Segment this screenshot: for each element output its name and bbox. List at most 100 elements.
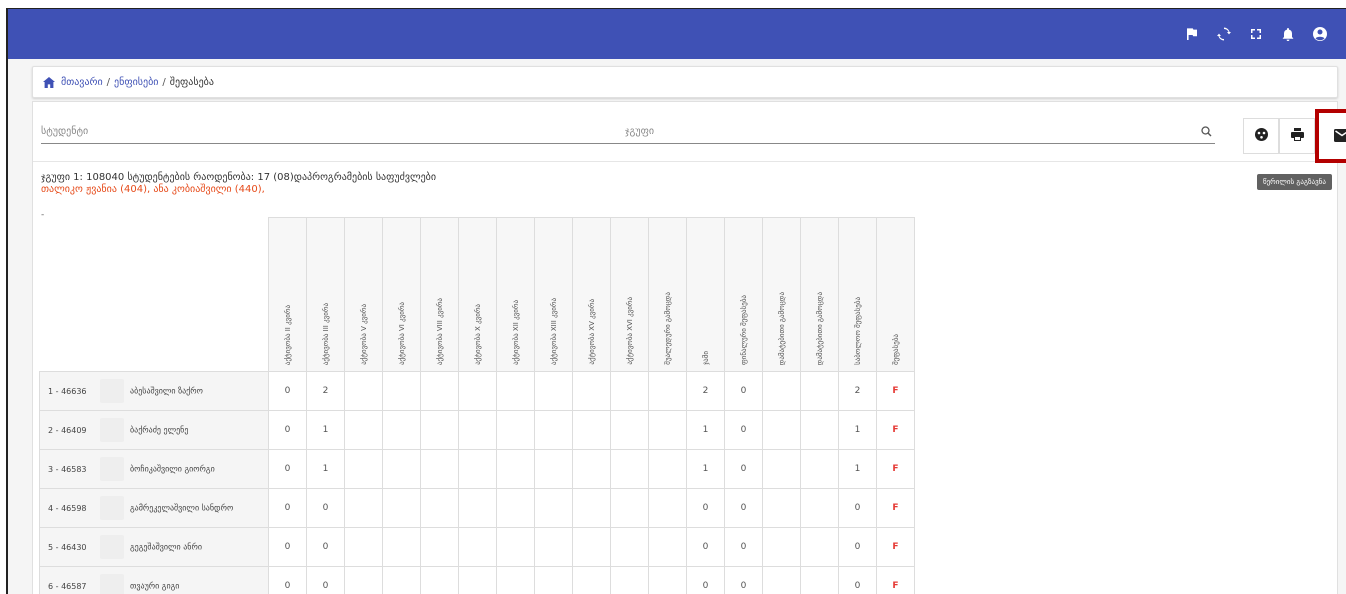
grade-cell[interactable] [572, 566, 611, 594]
account-icon[interactable] [1304, 23, 1336, 45]
grade-cell[interactable] [420, 488, 459, 528]
grade-cell[interactable] [496, 566, 535, 594]
grade-cell[interactable] [610, 371, 649, 411]
grade-cell[interactable] [344, 449, 383, 489]
grade-cell[interactable]: F [876, 566, 915, 594]
grade-cell[interactable]: 0 [268, 527, 307, 567]
grade-cell[interactable] [382, 410, 421, 450]
send-mail-button[interactable] [1315, 109, 1346, 163]
breadcrumb-courses-link[interactable]: ენფისები [114, 77, 158, 88]
student-name[interactable]: გეგეშაშვილი ანრი [130, 543, 202, 552]
grade-cell[interactable]: 0 [268, 488, 307, 528]
grade-cell[interactable]: 0 [686, 566, 725, 594]
grade-cell[interactable] [800, 371, 839, 411]
grade-cell[interactable] [648, 449, 687, 489]
grade-cell[interactable] [572, 371, 611, 411]
grade-cell[interactable] [800, 527, 839, 567]
grade-cell[interactable] [420, 371, 459, 411]
grade-cell[interactable] [572, 488, 611, 528]
grade-cell[interactable]: 0 [268, 371, 307, 411]
grade-cell[interactable]: 1 [306, 449, 345, 489]
grade-cell[interactable] [344, 566, 383, 594]
grade-cell[interactable]: 0 [724, 488, 763, 528]
student-name[interactable]: ბაქრაძე ელენე [130, 426, 188, 435]
grade-cell[interactable] [496, 449, 535, 489]
grade-cell[interactable]: 0 [306, 566, 345, 594]
grade-cell[interactable]: 1 [686, 410, 725, 450]
home-icon[interactable] [43, 76, 55, 88]
sync-icon[interactable] [1208, 23, 1240, 45]
grade-cell[interactable]: 1 [838, 410, 877, 450]
grade-cell[interactable] [800, 566, 839, 594]
grade-cell[interactable] [382, 488, 421, 528]
grade-cell[interactable] [534, 566, 573, 594]
grade-cell[interactable] [458, 410, 497, 450]
grade-cell[interactable] [344, 410, 383, 450]
grade-cell[interactable]: 0 [268, 449, 307, 489]
student-name[interactable]: აბესაშვილი ზაქრო [130, 387, 203, 396]
grade-cell[interactable]: 2 [306, 371, 345, 411]
student-name[interactable]: თვაური გიგი [130, 582, 179, 591]
grade-cell[interactable] [344, 488, 383, 528]
student-name[interactable]: ბოჩიკაშვილი გიორგი [130, 465, 215, 474]
grade-cell[interactable] [420, 410, 459, 450]
grade-cell[interactable] [534, 410, 573, 450]
palette-button[interactable] [1243, 118, 1279, 154]
grade-cell[interactable] [648, 488, 687, 528]
grade-cell[interactable]: 0 [724, 371, 763, 411]
flag-icon[interactable] [1176, 23, 1208, 45]
grade-cell[interactable] [800, 410, 839, 450]
grade-cell[interactable]: 2 [686, 371, 725, 411]
grade-cell[interactable] [496, 527, 535, 567]
grade-cell[interactable] [496, 410, 535, 450]
grade-cell[interactable]: 1 [686, 449, 725, 489]
grade-cell[interactable] [458, 527, 497, 567]
grade-cell[interactable]: F [876, 527, 915, 567]
grade-cell[interactable] [420, 527, 459, 567]
student-name[interactable]: გამრეკელაშვილი სანდრო [130, 504, 233, 513]
grade-cell[interactable] [610, 488, 649, 528]
grade-cell[interactable] [382, 449, 421, 489]
grade-cell[interactable]: F [876, 371, 915, 411]
grade-cell[interactable] [572, 449, 611, 489]
grade-cell[interactable] [648, 410, 687, 450]
grade-cell[interactable] [572, 527, 611, 567]
grade-cell[interactable] [610, 527, 649, 567]
grade-cell[interactable] [762, 566, 801, 594]
grade-cell[interactable]: 2 [838, 371, 877, 411]
grade-cell[interactable] [572, 410, 611, 450]
grade-cell[interactable] [382, 527, 421, 567]
grade-cell[interactable] [534, 449, 573, 489]
grade-cell[interactable] [800, 488, 839, 528]
grade-cell[interactable] [648, 371, 687, 411]
grade-cell[interactable]: 0 [306, 527, 345, 567]
grade-cell[interactable] [648, 566, 687, 594]
grade-cell[interactable]: 0 [686, 527, 725, 567]
grade-cell[interactable]: F [876, 449, 915, 489]
student-filter-input[interactable]: სტუდენტი [41, 126, 88, 137]
group-filter-input[interactable]: ჯგუფი [625, 126, 654, 137]
grade-cell[interactable]: 0 [306, 488, 345, 528]
grade-cell[interactable] [496, 488, 535, 528]
grade-cell[interactable] [648, 527, 687, 567]
grade-cell[interactable] [420, 566, 459, 594]
grade-cell[interactable]: 0 [268, 566, 307, 594]
grade-cell[interactable]: 0 [838, 488, 877, 528]
grade-cell[interactable] [762, 449, 801, 489]
grade-cell[interactable] [496, 371, 535, 411]
bell-icon[interactable] [1272, 23, 1304, 45]
grade-cell[interactable] [382, 371, 421, 411]
grade-cell[interactable]: 0 [724, 566, 763, 594]
grade-cell[interactable]: 1 [838, 449, 877, 489]
grade-cell[interactable] [534, 527, 573, 567]
grade-cell[interactable] [458, 488, 497, 528]
grade-cell[interactable] [762, 371, 801, 411]
grade-cell[interactable] [458, 371, 497, 411]
breadcrumb-home-link[interactable]: მთავარი [61, 77, 103, 88]
grade-cell[interactable] [800, 449, 839, 489]
grade-cell[interactable] [762, 527, 801, 567]
grade-cell[interactable]: 0 [838, 527, 877, 567]
grade-cell[interactable] [610, 566, 649, 594]
grade-cell[interactable] [534, 488, 573, 528]
grade-cell[interactable] [420, 449, 459, 489]
